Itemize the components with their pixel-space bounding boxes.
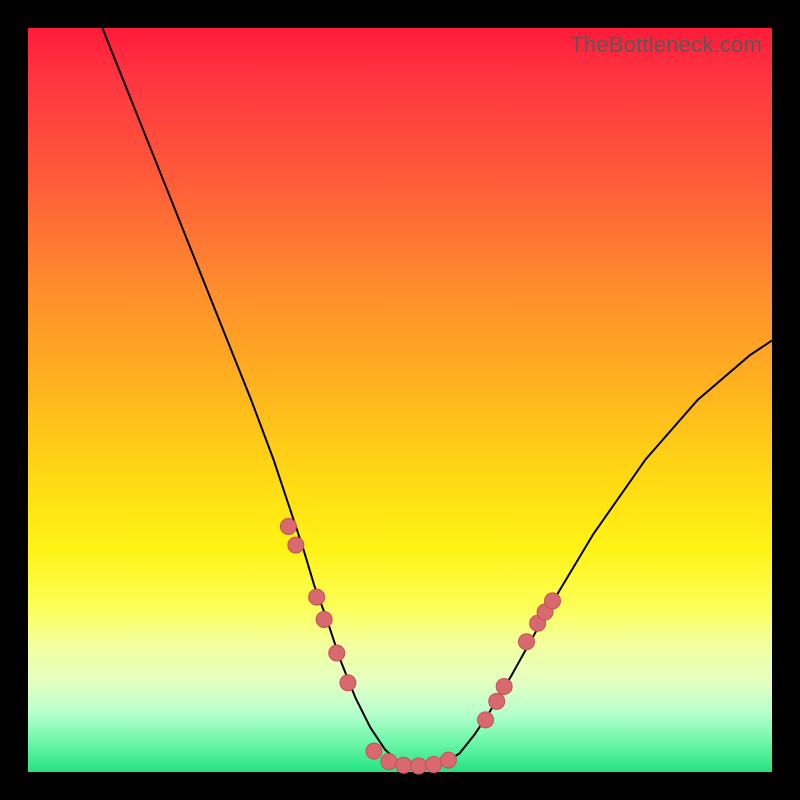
data-marker: [288, 537, 304, 553]
data-marker: [381, 754, 397, 770]
data-marker: [545, 593, 561, 609]
data-marker: [309, 589, 325, 605]
data-marker: [489, 693, 505, 709]
data-marker: [478, 712, 494, 728]
data-marker: [329, 645, 345, 661]
data-marker: [425, 757, 441, 773]
data-marker: [440, 752, 456, 768]
data-marker: [316, 611, 332, 627]
data-marker: [366, 743, 382, 759]
markers-group: [280, 518, 560, 774]
plot-area: TheBottleneck.com: [28, 28, 772, 772]
chart-frame: TheBottleneck.com: [28, 28, 772, 772]
data-marker: [518, 634, 534, 650]
data-marker: [411, 758, 427, 774]
bottleneck-curve: [102, 28, 772, 768]
data-marker: [340, 675, 356, 691]
data-marker: [396, 757, 412, 773]
data-marker: [280, 518, 296, 534]
data-marker: [496, 678, 512, 694]
chart-svg: [28, 28, 772, 772]
